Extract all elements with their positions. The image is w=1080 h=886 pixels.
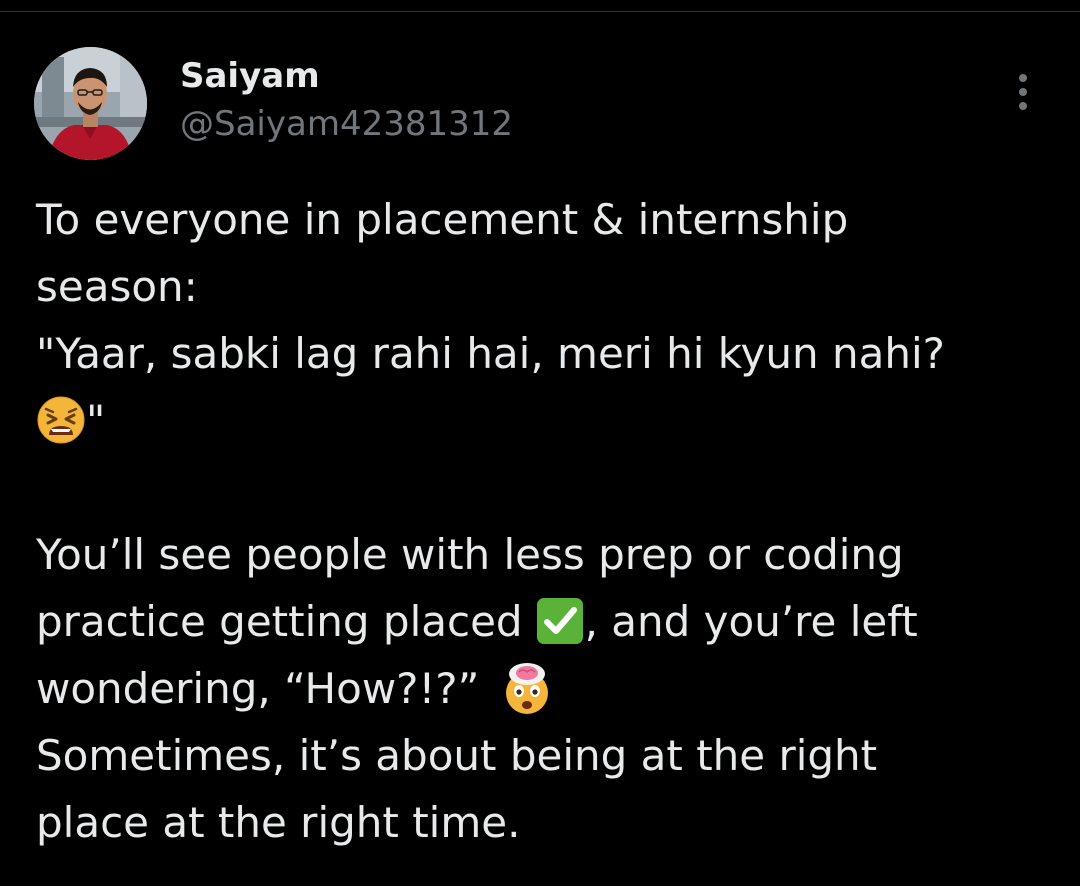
tweet-line-text: , and you’re left bbox=[584, 597, 918, 646]
author-handle[interactable]: @Saiyam42381312 bbox=[180, 102, 513, 146]
profile-photo-icon bbox=[34, 47, 147, 160]
tired-face-emoji bbox=[36, 395, 86, 445]
exploding-head-emoji bbox=[499, 660, 555, 716]
tweet-line: You’ll see people with less prep or codi… bbox=[36, 530, 904, 579]
tweet-line: place at the right time. bbox=[36, 798, 521, 847]
author-display-name[interactable]: Saiyam bbox=[180, 54, 320, 98]
tweet-line: Sometimes, it’s about being at the right bbox=[36, 731, 878, 780]
tweet-line: "Yaar, sabki lag rahi hai, meri hi kyun … bbox=[36, 329, 945, 378]
avatar[interactable] bbox=[34, 47, 147, 160]
tweet-line-text: practice getting placed bbox=[36, 597, 523, 646]
tweet-line: wondering, “How?!?” bbox=[36, 655, 1056, 722]
tweet-line: To everyone in placement & internship bbox=[36, 195, 849, 244]
tweet-text: To everyone in placement & internship se… bbox=[36, 186, 1056, 856]
check-mark-button-emoji bbox=[535, 596, 585, 646]
tweet-line: practice getting placed , and you’re lef… bbox=[36, 588, 1056, 655]
tweet-line-text: wondering, “How?!?” bbox=[36, 664, 480, 713]
tweet-line: season: bbox=[36, 262, 198, 311]
tweet-line-text: " bbox=[86, 396, 106, 445]
more-options-icon[interactable] bbox=[1006, 70, 1040, 114]
tweet: Saiyam @Saiyam42381312 To everyone in pl… bbox=[0, 0, 1080, 886]
tweet-line: " bbox=[36, 387, 1056, 454]
